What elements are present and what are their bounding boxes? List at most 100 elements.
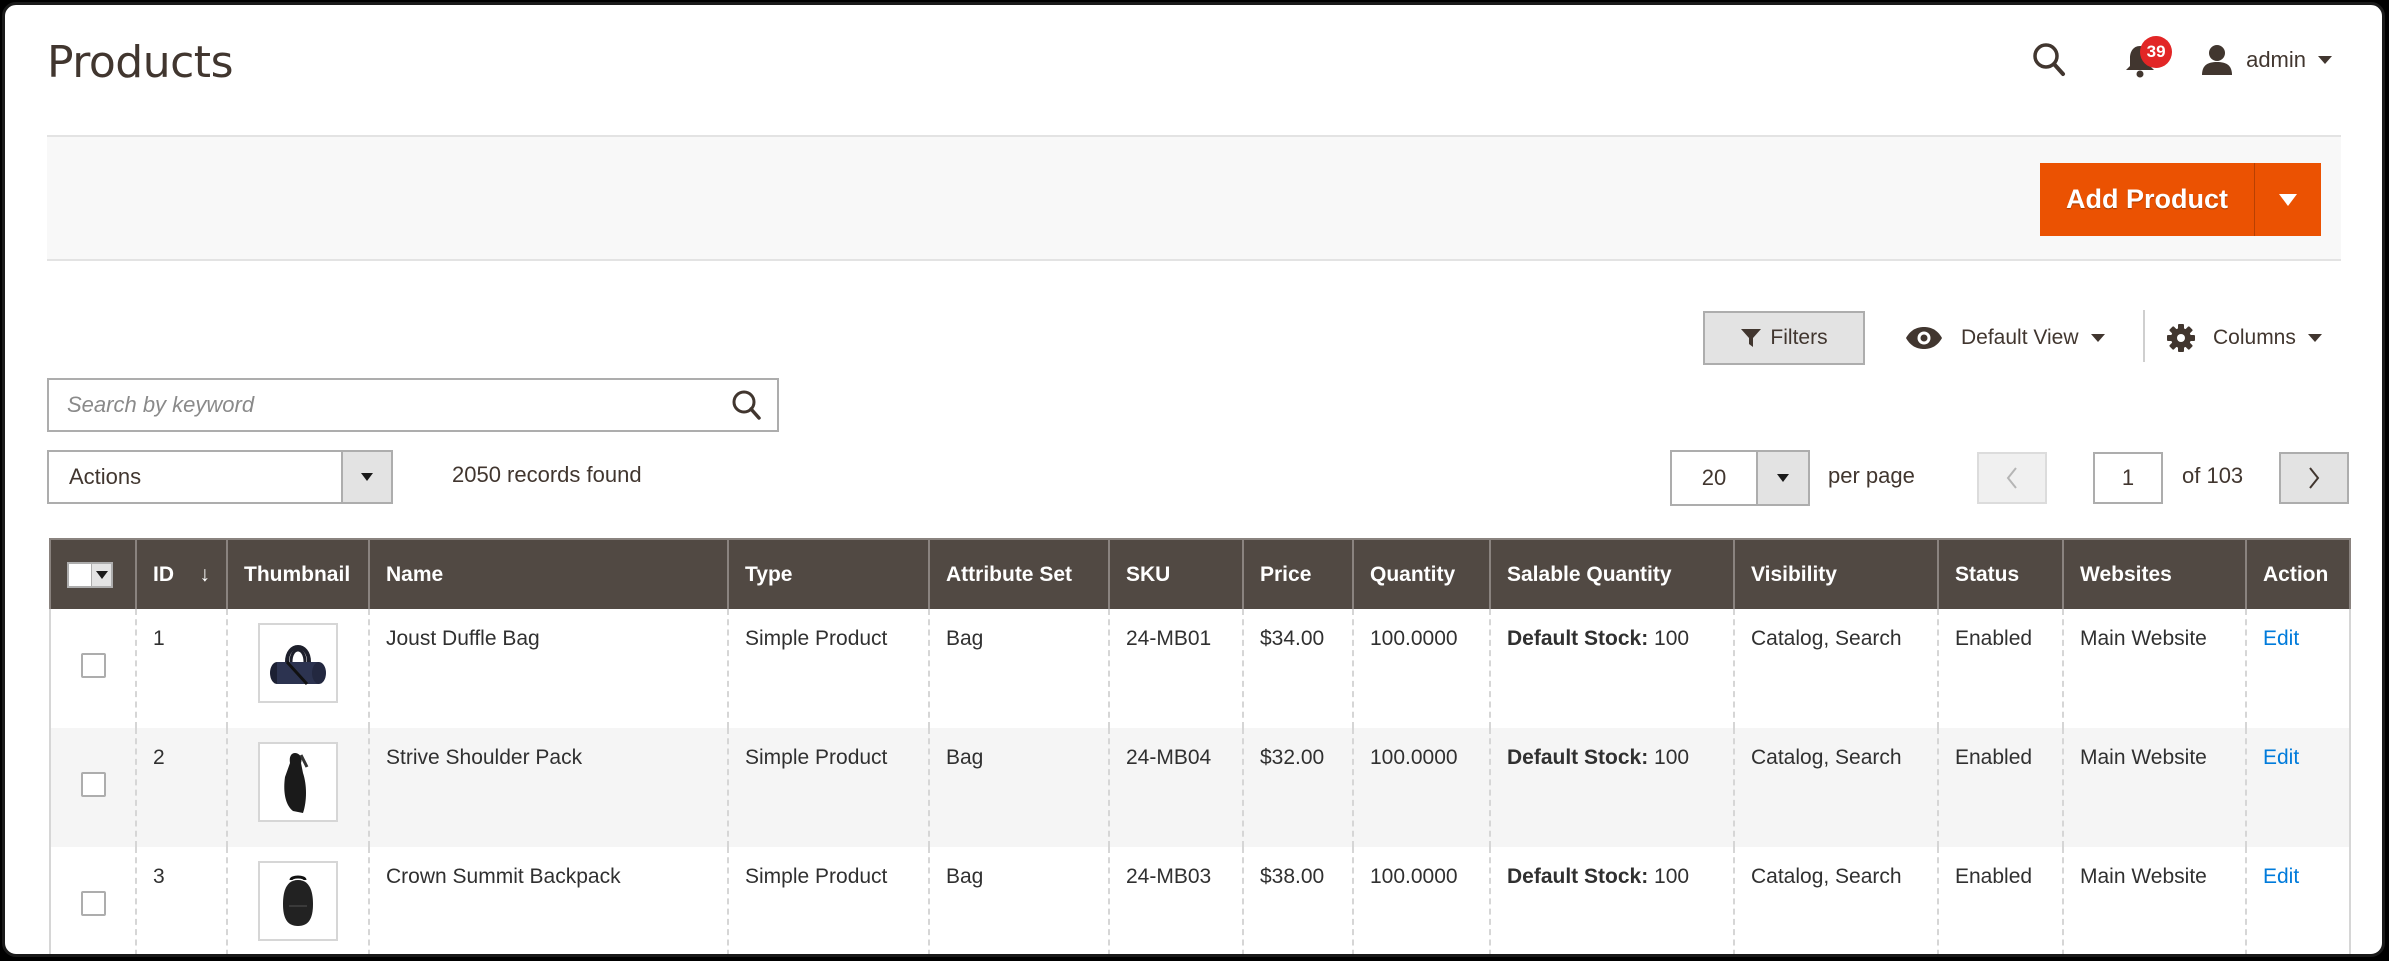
- cell-sku: 24-MB04: [1108, 728, 1244, 847]
- column-header-name[interactable]: Name: [368, 538, 729, 609]
- cell-quantity: 100.0000: [1352, 728, 1491, 847]
- products-page: Products 39 admin Add Product Filters De…: [2, 2, 2385, 957]
- cell-price: $32.00: [1242, 728, 1354, 847]
- shoulder-pack-image: [284, 753, 309, 813]
- product-thumbnail[interactable]: [258, 623, 338, 703]
- cell-sku: 24-MB03: [1108, 847, 1244, 954]
- notifications-button[interactable]: 39: [2120, 36, 2173, 80]
- column-header-action: Action: [2245, 538, 2351, 609]
- caret-down-icon: [95, 570, 108, 579]
- mass-actions-arrow: [341, 452, 391, 502]
- cell-quantity: 100.0000: [1352, 847, 1491, 954]
- select-all-checkbox[interactable]: [69, 563, 91, 586]
- default-view-dropdown[interactable]: Default View: [1905, 315, 2105, 361]
- chevron-down-icon: [2307, 334, 2322, 342]
- global-search-button[interactable]: [2030, 40, 2070, 80]
- cell-id: 3: [135, 847, 228, 954]
- cell-type: Simple Product: [727, 609, 930, 728]
- per-page-value: 20: [1701, 465, 1727, 490]
- edit-link[interactable]: Edit: [2263, 746, 2299, 769]
- previous-page-button[interactable]: [1977, 452, 2047, 504]
- total-pages: of 103: [2182, 463, 2244, 488]
- add-product-dropdown-toggle[interactable]: [2255, 163, 2321, 236]
- sort-descending-icon: ↓: [199, 562, 211, 586]
- cell-status: Enabled: [1937, 609, 2064, 728]
- filters-button[interactable]: Filters: [1703, 311, 1865, 365]
- cell-type: Simple Product: [727, 728, 930, 847]
- header-actions: 39 admin: [2030, 35, 2332, 85]
- product-thumbnail[interactable]: [258, 861, 338, 941]
- admin-user-menu[interactable]: admin: [2200, 43, 2332, 77]
- chevron-down-icon: [2318, 56, 2332, 64]
- filter-icon: [1741, 329, 1762, 347]
- cell-visibility: Catalog, Search: [1733, 847, 1939, 954]
- cell-visibility: Catalog, Search: [1733, 609, 1939, 728]
- table-row[interactable]: 1 Joust Duffle Bag Simple Product Bag 24…: [49, 609, 2351, 728]
- cell-salable-quantity: Default Stock: 100: [1489, 609, 1735, 728]
- cell-id: 1: [135, 609, 228, 728]
- columns-label: Columns: [2213, 326, 2296, 349]
- column-header-salable-quantity: Salable Quantity: [1489, 538, 1735, 609]
- cell-websites: Main Website: [2062, 609, 2247, 728]
- current-page-input[interactable]: [2093, 452, 2163, 504]
- chevron-left-icon: [2006, 467, 2017, 489]
- keyword-search-submit[interactable]: [717, 380, 777, 430]
- toolbar-divider: [2143, 310, 2145, 362]
- per-page-select[interactable]: 20: [1670, 450, 1810, 506]
- column-header-quantity[interactable]: Quantity: [1352, 538, 1491, 609]
- chevron-down-icon: [2090, 334, 2105, 342]
- cell-attribute-set: Bag: [928, 609, 1110, 728]
- cell-attribute-set: Bag: [928, 728, 1110, 847]
- column-header-sku[interactable]: SKU: [1108, 538, 1244, 609]
- cell-price: $34.00: [1242, 609, 1354, 728]
- keyword-search-input[interactable]: [49, 380, 717, 430]
- column-header-visibility[interactable]: Visibility: [1733, 538, 1939, 609]
- gear-icon: [2167, 324, 2195, 352]
- cell-price: $38.00: [1242, 847, 1354, 954]
- table-row[interactable]: 3 Crown Summit Backpack Simple Product B…: [49, 847, 2351, 954]
- backpack-image: [283, 875, 313, 926]
- add-product-button[interactable]: Add Product: [2040, 163, 2255, 236]
- cell-websites: Main Website: [2062, 728, 2247, 847]
- user-icon: [2202, 45, 2233, 75]
- next-page-button[interactable]: [2279, 452, 2349, 504]
- cell-visibility: Catalog, Search: [1733, 728, 1939, 847]
- column-header-status[interactable]: Status: [1937, 538, 2064, 609]
- cell-websites: Main Website: [2062, 847, 2247, 954]
- grid-header-row: ID ↓ Thumbnail Name Type Attribute Set S…: [49, 538, 2351, 609]
- search-icon: [2033, 43, 2066, 76]
- row-checkbox[interactable]: [80, 653, 106, 678]
- mass-select-dropdown[interactable]: [67, 561, 113, 588]
- cell-status: Enabled: [1937, 728, 2064, 847]
- columns-dropdown[interactable]: Columns: [2167, 315, 2322, 361]
- cell-salable-quantity: Default Stock: 100: [1489, 728, 1735, 847]
- eye-icon: [1906, 327, 1942, 349]
- cell-sku: 24-MB01: [1108, 609, 1244, 728]
- column-header-attribute-set[interactable]: Attribute Set: [928, 538, 1110, 609]
- mass-select-header: [49, 538, 137, 609]
- filters-label: Filters: [1770, 326, 1828, 349]
- mass-actions-select[interactable]: Actions: [47, 450, 393, 504]
- cell-type: Simple Product: [727, 847, 930, 954]
- row-checkbox[interactable]: [80, 772, 106, 797]
- caret-down-icon: [2279, 193, 2297, 206]
- search-icon: [732, 390, 761, 420]
- caret-down-icon: [1777, 474, 1789, 482]
- records-found: 2050 records found: [452, 462, 642, 487]
- table-row[interactable]: 2 Strive Shoulder Pack Simple Product Ba…: [49, 728, 2351, 847]
- column-header-price[interactable]: Price: [1242, 538, 1354, 609]
- cell-name: Crown Summit Backpack: [368, 847, 729, 954]
- caret-down-icon: [361, 473, 373, 481]
- products-grid: ID ↓ Thumbnail Name Type Attribute Set S…: [49, 538, 2351, 954]
- edit-link[interactable]: Edit: [2263, 627, 2299, 650]
- row-checkbox[interactable]: [80, 891, 106, 916]
- product-thumbnail[interactable]: [258, 742, 338, 822]
- column-header-type[interactable]: Type: [727, 538, 930, 609]
- edit-link[interactable]: Edit: [2263, 865, 2299, 888]
- notifications-badge: 39: [2140, 36, 2173, 68]
- column-header-websites[interactable]: Websites: [2062, 538, 2247, 609]
- cell-status: Enabled: [1937, 847, 2064, 954]
- page-actions-bar: Add Product: [47, 135, 2341, 261]
- column-header-id[interactable]: ID ↓: [135, 538, 228, 609]
- duffle-bag-image: [270, 645, 326, 686]
